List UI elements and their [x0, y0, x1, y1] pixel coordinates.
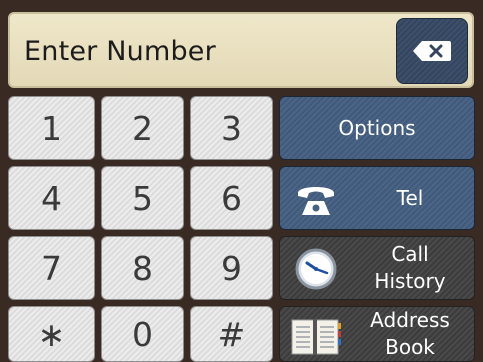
key-7[interactable]: 7	[8, 236, 95, 300]
key-hash[interactable]: #	[190, 306, 273, 362]
key-9[interactable]: 9	[190, 236, 273, 300]
number-display-text: Enter Number	[24, 36, 216, 67]
options-label: Options	[338, 116, 416, 140]
key-0[interactable]: 0	[101, 306, 184, 362]
address-book-button[interactable]: Address Book	[279, 306, 475, 362]
key-6[interactable]: 6	[190, 166, 273, 230]
key-1[interactable]: 1	[8, 96, 95, 160]
key-4[interactable]: 4	[8, 166, 95, 230]
key-star[interactable]: ∗	[8, 306, 95, 362]
call-history-button[interactable]: Call History	[279, 236, 475, 300]
call-history-label-line2: History	[374, 269, 446, 293]
options-button[interactable]: Options	[279, 96, 475, 160]
address-book-label-line1: Address	[370, 308, 450, 332]
call-history-label: Call History	[354, 237, 466, 299]
address-book-icon	[290, 317, 342, 361]
key-3[interactable]: 3	[190, 96, 273, 160]
key-8[interactable]: 8	[101, 236, 184, 300]
call-history-label-line1: Call	[391, 242, 429, 266]
backspace-button[interactable]	[396, 18, 468, 84]
tel-button[interactable]: Tel	[279, 166, 475, 230]
key-2[interactable]: 2	[101, 96, 184, 160]
address-book-label: Address Book	[354, 307, 466, 361]
backspace-icon	[412, 40, 452, 62]
clock-icon	[294, 247, 338, 295]
key-5[interactable]: 5	[101, 166, 184, 230]
tel-label: Tel	[396, 185, 424, 210]
address-book-label-line2: Book	[385, 335, 435, 359]
phone-icon	[294, 179, 338, 223]
